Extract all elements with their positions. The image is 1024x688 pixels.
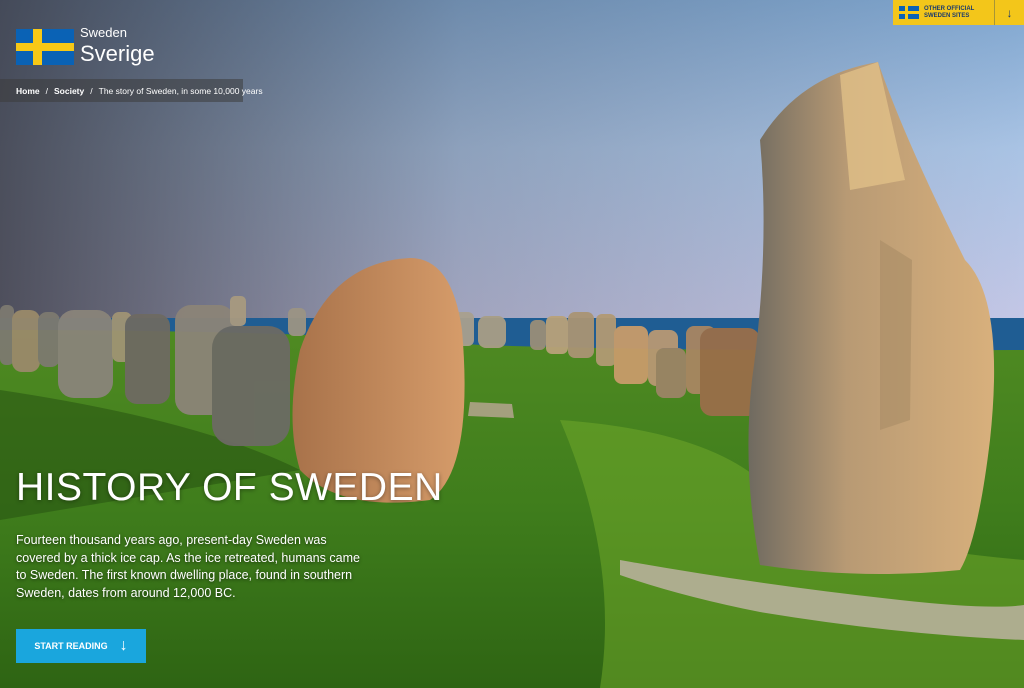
sweden-logo[interactable]: Sweden Sverige [16, 25, 155, 66]
logo-wordmark: Sweden Sverige [80, 25, 155, 66]
start-reading-button[interactable]: START READING ↓ [16, 629, 146, 663]
breadcrumb-current-page: The story of Sweden, in some 10,000 year… [98, 85, 263, 96]
arrow-down-icon: ↓ [119, 637, 128, 654]
arrow-down-icon: ↓ [1006, 5, 1013, 20]
breadcrumb-separator: / [90, 85, 93, 96]
start-reading-label: START READING [34, 641, 108, 651]
intro-paragraph: Fourteen thousand years ago, present-day… [16, 533, 360, 600]
logo-line-sweden: Sweden [80, 25, 127, 40]
page-title: HISTORY OF SWEDEN [16, 466, 443, 509]
swedish-flag-icon [899, 6, 919, 19]
logo-line-sverige: Sverige [80, 41, 155, 66]
breadcrumb-separator: / [45, 85, 48, 96]
breadcrumb-society[interactable]: Society [54, 86, 84, 96]
other-official-sites-button[interactable]: OTHER OFFICIAL SWEDEN SITES ↓ [893, 0, 1024, 25]
other-official-sites-label: OTHER OFFICIAL SWEDEN SITES [924, 5, 975, 19]
breadcrumb: Home / Society / The story of Sweden, in… [0, 79, 263, 102]
breadcrumb-home[interactable]: Home [16, 86, 40, 96]
swedish-flag-icon [16, 28, 74, 65]
